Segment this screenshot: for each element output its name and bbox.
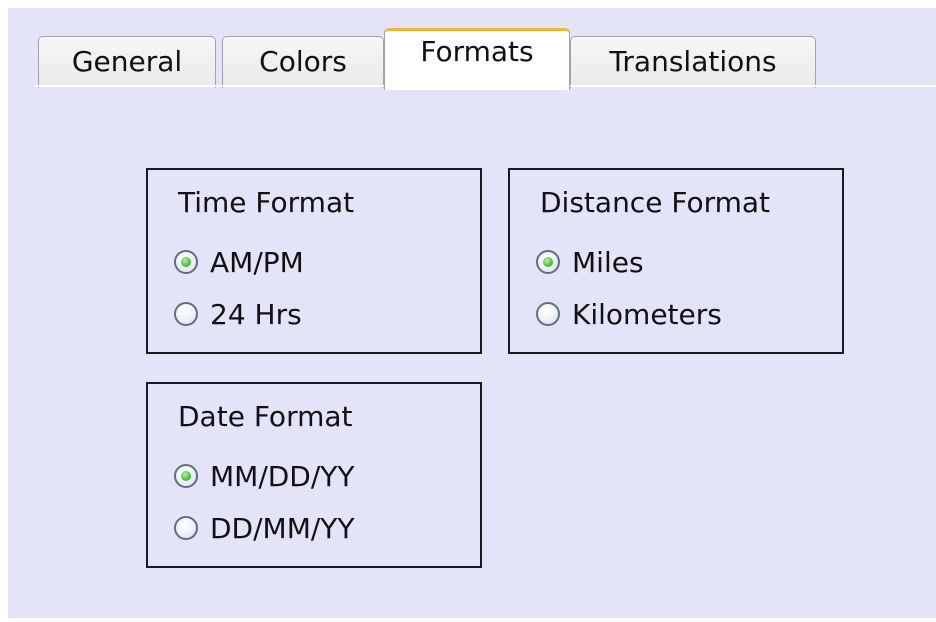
radio-label: 24 Hrs — [210, 297, 302, 331]
radio-label: DD/MM/YY — [210, 511, 355, 545]
distance-format-option-kilometers[interactable]: Kilometers — [536, 297, 722, 331]
formats-settings-window: General Colors Formats Translations Time… — [8, 8, 936, 618]
distance-format-option-miles[interactable]: Miles — [536, 245, 644, 279]
radio-checked-icon[interactable] — [174, 464, 198, 488]
distance-format-title: Distance Format — [540, 186, 771, 219]
time-format-title: Time Format — [178, 186, 355, 219]
radio-unchecked-icon[interactable] — [174, 516, 198, 540]
tab-strip: General Colors Formats Translations — [8, 8, 936, 94]
radio-checked-icon[interactable] — [174, 250, 198, 274]
radio-checked-icon[interactable] — [536, 250, 560, 274]
date-format-title: Date Format — [178, 400, 353, 433]
radio-unchecked-icon[interactable] — [536, 302, 560, 326]
radio-label: MM/DD/YY — [210, 459, 355, 493]
radio-unchecked-icon[interactable] — [174, 302, 198, 326]
date-format-option-ddmmyy[interactable]: DD/MM/YY — [174, 511, 355, 545]
radio-label: Miles — [572, 245, 644, 279]
tab-formats[interactable]: Formats — [384, 28, 570, 90]
radio-label: AM/PM — [210, 245, 304, 279]
distance-format-group: Distance Format Miles Kilometers — [508, 168, 844, 354]
date-format-option-mmddyy[interactable]: MM/DD/YY — [174, 459, 355, 493]
tab-colors[interactable]: Colors — [222, 36, 384, 88]
tab-translations[interactable]: Translations — [570, 36, 816, 88]
tab-general[interactable]: General — [38, 36, 216, 88]
radio-label: Kilometers — [572, 297, 722, 331]
time-format-option-24hrs[interactable]: 24 Hrs — [174, 297, 302, 331]
date-format-group: Date Format MM/DD/YY DD/MM/YY — [146, 382, 482, 568]
time-format-group: Time Format AM/PM 24 Hrs — [146, 168, 482, 354]
time-format-option-ampm[interactable]: AM/PM — [174, 245, 304, 279]
